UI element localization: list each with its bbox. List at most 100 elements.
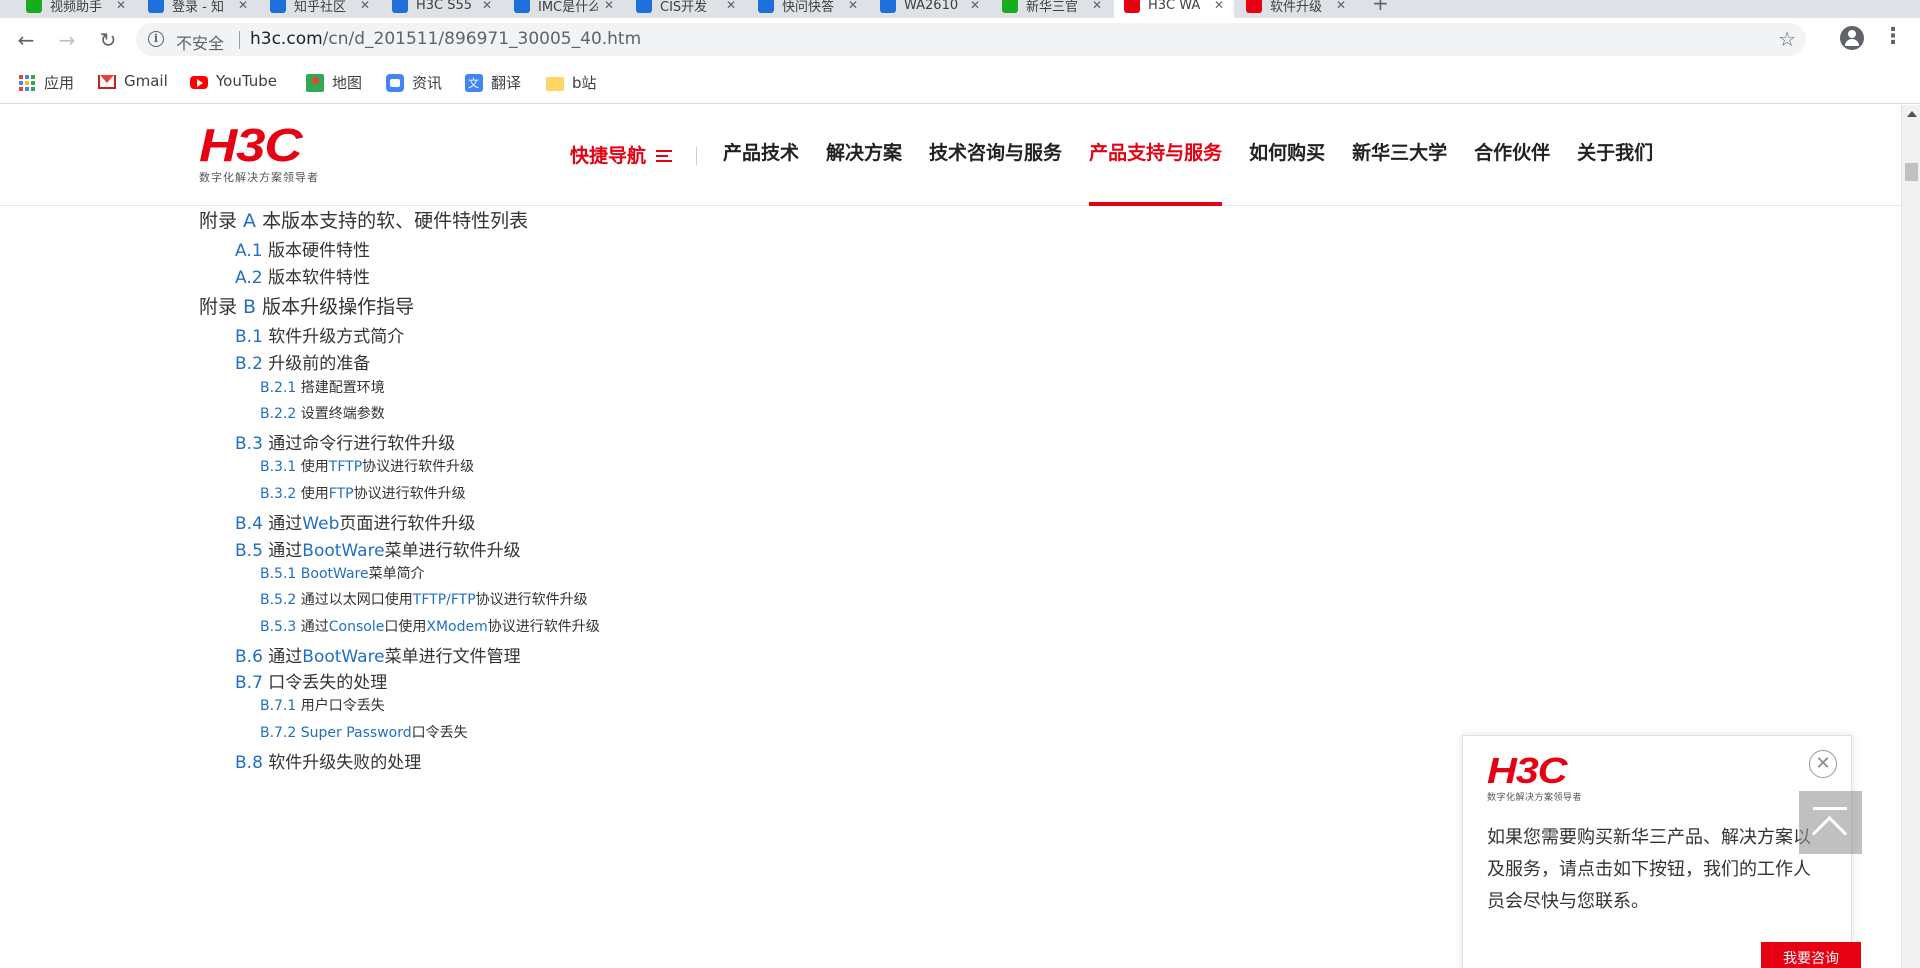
toc-text: Console	[328, 619, 385, 635]
main-nav: 快捷导航 产品技术 解决方案 技术咨询与服务 产品支持与服务 如何购买 新华三大…	[570, 105, 1680, 206]
tab-close-icon[interactable]: ✕	[726, 0, 736, 12]
nav-item-partners[interactable]: 合作伙伴	[1474, 105, 1550, 206]
browser-tab[interactable]: 登录 - 知 ✕	[138, 0, 258, 18]
toc-text: 软件升级方式简介	[262, 327, 405, 347]
tab-close-icon[interactable]: ✕	[1336, 0, 1346, 12]
toc-entry[interactable]: A.1 版本硬件特性	[235, 236, 370, 261]
nav-item-support[interactable]: 产品支持与服务	[1089, 105, 1223, 206]
scrollbar-thumb[interactable]	[1905, 163, 1918, 181]
toc-entry[interactable]: B.3.2 使用FTP协议进行软件升级	[260, 483, 466, 503]
bookmark-folder-bzhan[interactable]: b站	[546, 72, 597, 93]
new-tab-icon[interactable]: +	[1372, 0, 1389, 15]
bookmark-gmail[interactable]: Gmail	[98, 72, 168, 90]
bookmark-label: 资讯	[412, 74, 443, 92]
tab-close-icon[interactable]: ✕	[1214, 0, 1224, 12]
tab-close-icon[interactable]: ✕	[1092, 0, 1102, 12]
toc-text: 菜单简介	[368, 566, 425, 582]
browser-tab[interactable]: 视频助手 ✕	[16, 0, 136, 18]
forward-icon[interactable]: →	[53, 26, 81, 54]
tab-favicon-icon	[392, 0, 408, 13]
toc-number: B.7.1	[260, 698, 297, 714]
bookmark-youtube[interactable]: YouTube	[190, 72, 277, 90]
apps-icon	[18, 74, 36, 92]
h3c-logo[interactable]: H3C 数字化解决方案领导者	[199, 122, 319, 185]
site-info-icon[interactable]: i	[148, 31, 164, 47]
toc-entry[interactable]: B.2.1 搭建配置环境	[260, 377, 385, 397]
toc-entry[interactable]: A.2 版本软件特性	[235, 263, 370, 288]
toc-number: B.2.1	[260, 380, 297, 396]
tab-close-icon[interactable]: ✕	[360, 0, 370, 12]
toc-text: 升级前的准备	[262, 354, 371, 374]
nav-quick-navigation[interactable]: 快捷导航	[570, 105, 673, 206]
toc-entry[interactable]: 附录 B 版本升级操作指导	[199, 292, 414, 319]
toc-entry[interactable]: B.2.2 设置终端参数	[260, 403, 385, 423]
web-page: H3C 数字化解决方案领导者 快捷导航 产品技术 解决方案 技术咨询与服务 产品…	[0, 105, 1901, 968]
tab-close-icon[interactable]: ✕	[970, 0, 980, 12]
reload-icon[interactable]: ↻	[94, 26, 122, 54]
browser-tab[interactable]: H3C WA ✕	[1114, 0, 1234, 18]
toc-entry[interactable]: B.5.3 通过Console口使用XModem协议进行软件升级	[260, 616, 600, 636]
browser-tab[interactable]: 新华三官 ✕	[992, 0, 1112, 18]
back-icon[interactable]: ←	[12, 26, 40, 54]
bookmark-apps[interactable]: 应用	[18, 72, 74, 93]
toc-entry[interactable]: B.5.1 BootWare菜单简介	[260, 563, 425, 583]
bookmark-star-icon[interactable]: ☆	[1778, 27, 1796, 51]
browser-tab[interactable]: 快问快答 ✕	[748, 0, 868, 18]
browser-tab[interactable]: CIS开发 ✕	[626, 0, 746, 18]
toc-entry[interactable]: B.3.1 使用TFTP协议进行软件升级	[260, 456, 474, 476]
address-bar[interactable]: i 不安全 h3c.com/cn/d_201511/896971_30005_4…	[136, 23, 1806, 56]
toc-text: 协议进行软件升级	[475, 592, 588, 608]
url-text[interactable]: h3c.com/cn/d_201511/896971_30005_40.htm	[250, 29, 641, 49]
tab-close-icon[interactable]: ✕	[482, 0, 492, 12]
toc-entry[interactable]: 附录 A 本版本支持的软、硬件特性列表	[199, 206, 528, 233]
nav-item-solutions[interactable]: 解决方案	[826, 105, 902, 206]
tab-close-icon[interactable]: ✕	[604, 0, 614, 12]
tab-title: WA2610	[904, 0, 959, 13]
toc-number: B.3.1	[260, 459, 297, 475]
nav-item-how-to-buy[interactable]: 如何购买	[1249, 105, 1325, 206]
close-icon[interactable]: ✕	[1809, 750, 1837, 778]
bookmark-maps[interactable]: 地图	[306, 72, 362, 93]
toc-text: 设置终端参数	[296, 406, 385, 422]
nav-item-products[interactable]: 产品技术	[723, 105, 799, 206]
browser-tab[interactable]: 知乎社区 ✕	[260, 0, 380, 18]
menu-lines-icon	[656, 147, 673, 165]
page-scrollbar[interactable]	[1901, 105, 1920, 968]
bookmark-translate[interactable]: 翻译	[465, 72, 521, 93]
toc-entry[interactable]: B.4 通过Web页面进行软件升级	[235, 509, 475, 534]
nav-item-university[interactable]: 新华三大学	[1352, 105, 1447, 206]
toc-entry[interactable]: B.3 通过命令行进行软件升级	[235, 429, 455, 454]
toc-entry[interactable]: B.1 软件升级方式简介	[235, 322, 404, 347]
tab-close-icon[interactable]: ✕	[238, 0, 248, 12]
toc-text: 菜单进行文件管理	[384, 647, 521, 667]
back-to-top-icon[interactable]	[1799, 791, 1862, 854]
toc-entry[interactable]: B.5.2 通过以太网口使用TFTP/FTP协议进行软件升级	[260, 589, 588, 609]
toc-text: 协议进行软件升级	[353, 486, 466, 502]
toc-entry[interactable]: B.2 升级前的准备	[235, 349, 370, 374]
toc-entry[interactable]: B.7.2 Super Password口令丢失	[260, 722, 468, 742]
tab-close-icon[interactable]: ✕	[116, 0, 126, 12]
tab-favicon-icon	[636, 0, 652, 13]
tab-close-icon[interactable]: ✕	[848, 0, 858, 12]
consult-button[interactable]: 我要咨询	[1761, 942, 1861, 968]
browser-tab[interactable]: 软件升级 ✕	[1236, 0, 1356, 18]
browser-menu-icon[interactable]: ⋮	[1882, 24, 1904, 49]
toc-text: 使用	[296, 486, 329, 502]
news-icon	[386, 73, 404, 92]
toc-number: B.7	[235, 673, 263, 693]
toc-text: TFTP/FTP	[412, 592, 476, 608]
browser-tab[interactable]: WA2610 ✕	[870, 0, 990, 18]
scroll-up-arrow-icon[interactable]	[1907, 111, 1917, 117]
toc-entry[interactable]: B.6 通过BootWare菜单进行文件管理	[235, 642, 521, 667]
bookmark-news[interactable]: 资讯	[386, 72, 442, 93]
bookmark-label: 翻译	[491, 74, 522, 92]
toc-entry[interactable]: B.7 口令丢失的处理	[235, 668, 387, 693]
nav-item-about[interactable]: 关于我们	[1577, 105, 1653, 206]
browser-tab[interactable]: H3C S55 ✕	[382, 0, 502, 18]
toc-entry[interactable]: B.8 软件升级失败的处理	[235, 748, 421, 773]
toc-entry[interactable]: B.7.1 用户口令丢失	[260, 695, 385, 715]
nav-item-consulting[interactable]: 技术咨询与服务	[929, 105, 1062, 206]
toc-entry[interactable]: B.5 通过BootWare菜单进行软件升级	[235, 536, 521, 561]
profile-avatar-icon[interactable]	[1840, 26, 1864, 50]
browser-tab[interactable]: IMC是什么 ✕	[504, 0, 624, 18]
